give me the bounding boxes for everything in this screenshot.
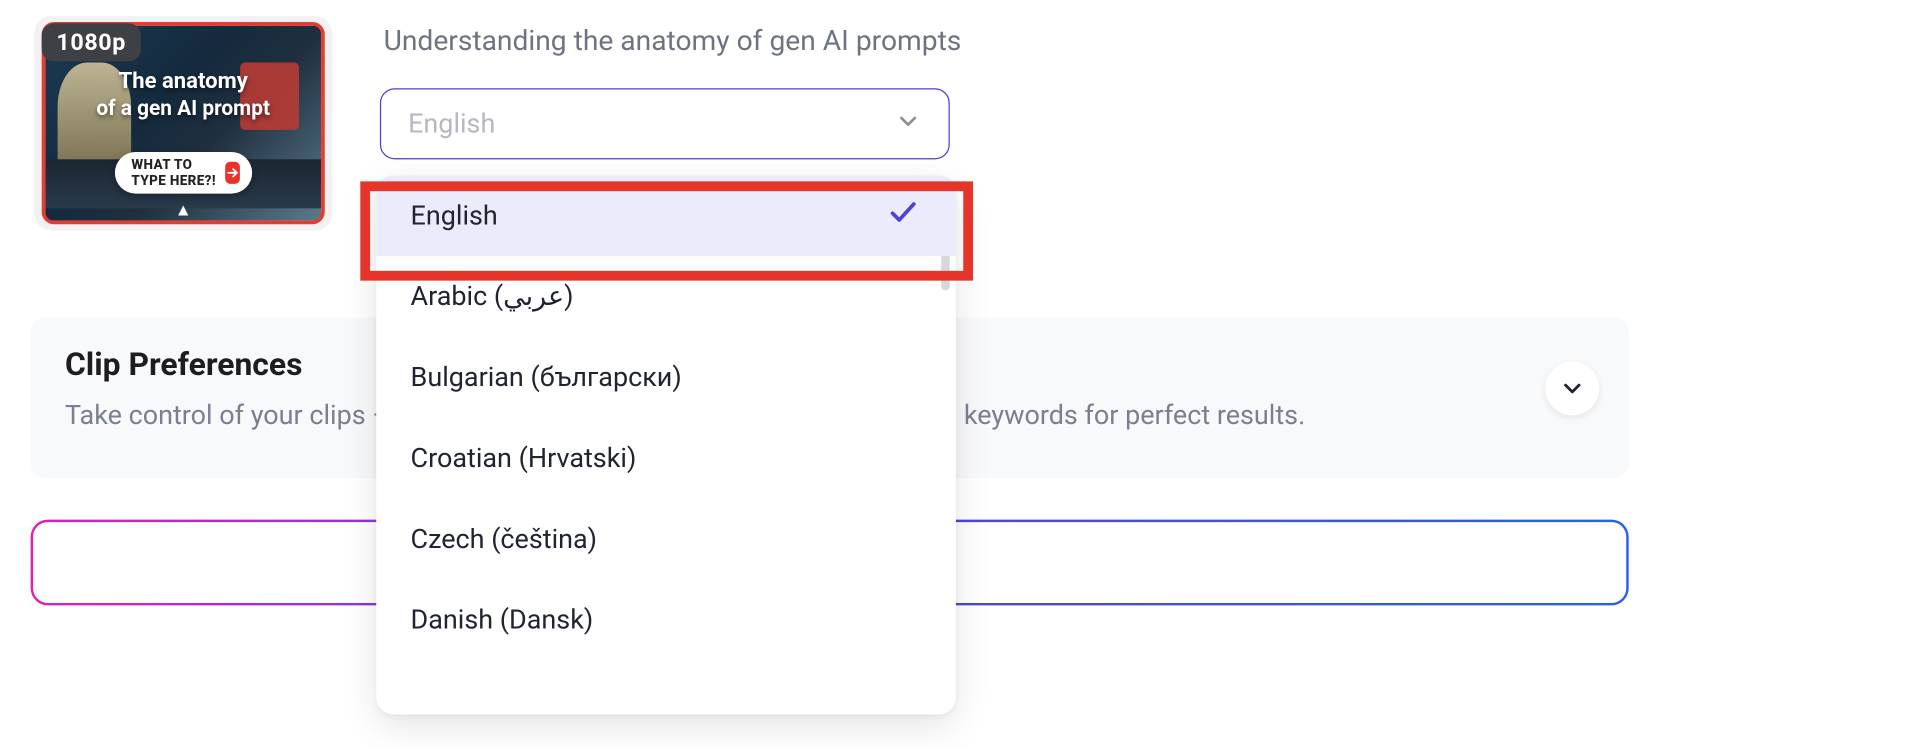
language-option[interactable]: Arabic (عربي) (376, 256, 956, 337)
thumbnail-overlay-text: The anatomy of a gen AI prompt (45, 69, 321, 123)
expand-button[interactable] (1545, 362, 1599, 416)
video-thumbnail[interactable]: The anatomy of a gen AI prompt WHAT TO T… (34, 16, 332, 230)
language-select[interactable]: English (380, 88, 950, 159)
language-select-value: English (408, 108, 495, 139)
thumbnail-pill: WHAT TO TYPE HERE?! (114, 152, 252, 194)
arrow-right-icon (225, 162, 240, 184)
resolution-badge: 1080p (42, 23, 141, 61)
cursor-icon: ▲ (175, 200, 192, 221)
language-option[interactable]: Bulgarian (български) (376, 337, 956, 418)
language-dropdown[interactable]: EnglishArabic (عربي)Bulgarian (български… (376, 175, 956, 714)
chevron-down-icon (895, 108, 922, 140)
language-option[interactable]: Danish (Dansk) (376, 580, 956, 661)
language-option[interactable]: English (376, 175, 956, 256)
check-icon (887, 196, 919, 235)
video-title: Understanding the anatomy of gen AI prom… (384, 25, 962, 58)
language-option[interactable]: Croatian (Hrvatski) (376, 418, 956, 499)
language-option[interactable]: Czech (čeština) (376, 499, 956, 580)
